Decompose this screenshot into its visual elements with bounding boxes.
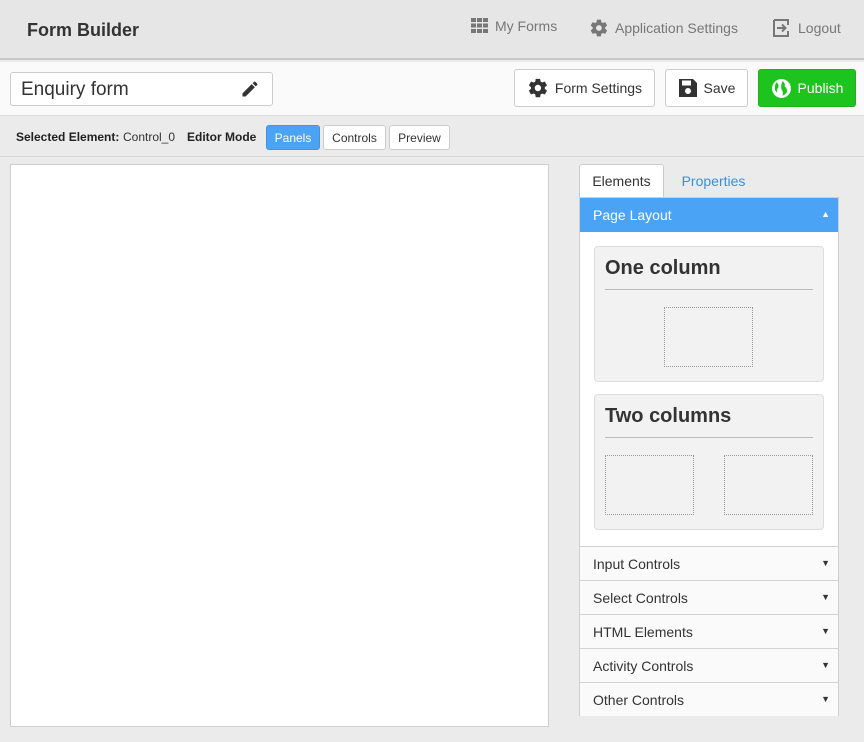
nav-my-forms[interactable]: My Forms (471, 18, 557, 34)
globe-icon (771, 78, 791, 98)
gear-icon (590, 19, 608, 37)
chevron-down-icon: ▼ (821, 558, 830, 568)
layout-one-column-title: One column (605, 257, 721, 279)
chevron-down-icon: ▼ (821, 694, 830, 704)
accordion-other-controls-label: Other Controls (593, 691, 685, 708)
nav-my-forms-label: My Forms (495, 18, 558, 34)
publish-label: Publish (797, 80, 844, 96)
pencil-icon[interactable] (240, 79, 260, 104)
elements-panel: Page Layout ▲ One column Two columns Inp… (579, 197, 839, 716)
mode-controls-button[interactable]: Controls (323, 125, 386, 150)
layout-two-columns-title: Two columns (605, 405, 732, 427)
accordion-page-layout[interactable]: Page Layout ▲ (580, 198, 838, 232)
column-placeholder (605, 455, 694, 515)
grid-icon (471, 18, 488, 33)
selected-element-value: Control_0 (123, 130, 176, 144)
publish-button[interactable]: Publish (758, 69, 856, 107)
nav-logout[interactable]: Logout (772, 18, 841, 38)
mode-preview-button[interactable]: Preview (389, 125, 450, 150)
chevron-down-icon: ▼ (821, 592, 830, 602)
accordion-input-controls[interactable]: Input Controls ▼ (580, 546, 838, 580)
form-name-input[interactable] (21, 79, 231, 101)
side-panel-tabs: Elements Properties (579, 164, 839, 197)
form-toolbar: Form Settings Save Publish (0, 62, 864, 116)
nav-application-settings[interactable]: Application Settings (589, 18, 738, 38)
save-label: Save (703, 80, 736, 96)
divider (605, 289, 813, 290)
accordion-html-elements[interactable]: HTML Elements ▼ (580, 614, 838, 648)
form-settings-label: Form Settings (554, 80, 643, 96)
nav-application-settings-label: Application Settings (615, 20, 738, 36)
top-navbar: Form Builder My Forms Application Settin… (0, 0, 864, 60)
mode-panels-button[interactable]: Panels (266, 125, 320, 150)
divider (605, 437, 813, 438)
form-name-box (10, 72, 273, 106)
accordion-activity-controls[interactable]: Activity Controls ▼ (580, 648, 838, 682)
form-settings-button[interactable]: Form Settings (514, 69, 655, 107)
accordion-other-controls[interactable]: Other Controls ▼ (580, 682, 838, 716)
nav-logout-label: Logout (798, 20, 841, 36)
save-button[interactable]: Save (665, 69, 748, 107)
accordion-page-layout-label: Page Layout (593, 207, 672, 223)
app-title: Form Builder (27, 20, 140, 40)
layout-one-column[interactable]: One column (594, 246, 824, 382)
editor-mode-label: Editor Mode (187, 130, 257, 144)
column-placeholder (724, 455, 813, 515)
layout-two-columns[interactable]: Two columns (594, 394, 824, 530)
accordion-select-controls-label: Select Controls (593, 589, 688, 606)
gear-icon (528, 78, 547, 98)
chevron-up-icon: ▲ (821, 209, 830, 219)
page-layout-body: One column Two columns (580, 232, 838, 546)
tab-properties[interactable]: Properties (666, 164, 761, 197)
accordion-select-controls[interactable]: Select Controls ▼ (580, 580, 838, 614)
tab-elements[interactable]: Elements (579, 164, 664, 197)
chevron-down-icon: ▼ (821, 660, 830, 670)
editor-mode-bar: Selected Element: Control_0 Editor Mode … (0, 117, 864, 157)
selected-element-label: Selected Element: (16, 130, 120, 144)
chevron-down-icon: ▼ (821, 626, 830, 636)
logout-icon (773, 19, 789, 37)
accordion-activity-controls-label: Activity Controls (593, 657, 694, 674)
floppy-disk-icon (678, 79, 697, 97)
accordion-html-elements-label: HTML Elements (593, 623, 693, 640)
accordion-input-controls-label: Input Controls (593, 555, 681, 572)
column-placeholder (664, 307, 753, 367)
form-canvas[interactable] (10, 164, 549, 727)
